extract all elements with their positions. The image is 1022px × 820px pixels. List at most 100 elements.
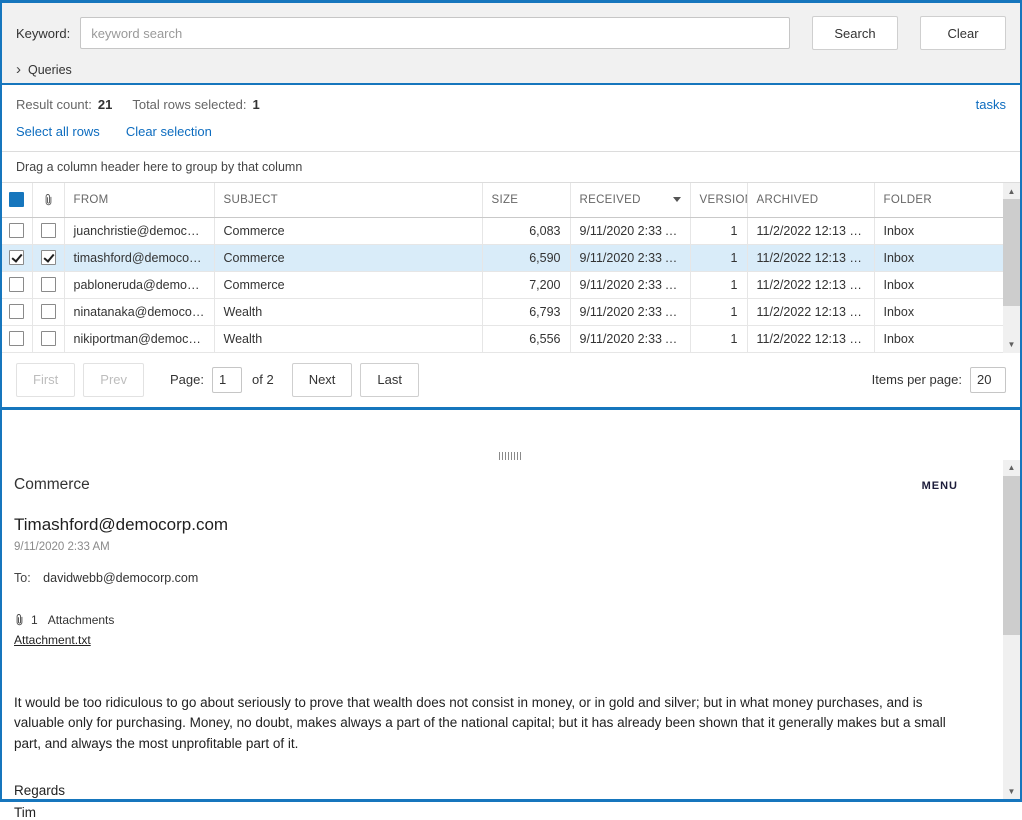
cell-folder: Inbox	[874, 271, 1003, 298]
clear-selection-link[interactable]: Clear selection	[126, 124, 212, 139]
page-count-label: of 2	[252, 372, 274, 387]
page-number-input[interactable]	[212, 367, 242, 393]
cell-archived: 11/2/2022 12:13 PM	[747, 298, 874, 325]
select-all-rows-link[interactable]: Select all rows	[16, 124, 100, 139]
cell-folder: Inbox	[874, 217, 1003, 244]
cell-received: 9/11/2020 2:33 AM	[570, 271, 690, 298]
attachment-column-header[interactable]	[32, 183, 64, 217]
row-flag-checkbox[interactable]	[41, 304, 56, 319]
received-header-label: RECEIVED	[580, 194, 641, 206]
pagination-bar: First Prev Page: of 2 Next Last Items pe…	[2, 353, 1020, 410]
cell-archived: 11/2/2022 12:13 PM	[747, 244, 874, 271]
email-closing: Regards	[14, 783, 950, 798]
menu-button[interactable]: MENU	[922, 480, 958, 492]
email-sender: Timashford@democorp.com	[14, 515, 950, 535]
column-header-folder[interactable]: FOLDER	[874, 183, 1003, 217]
row-flag-checkbox[interactable]	[41, 250, 56, 265]
row-flag-checkbox[interactable]	[41, 331, 56, 346]
cell-subject: Commerce	[214, 217, 482, 244]
column-header-version[interactable]: VERSION	[690, 183, 747, 217]
attachment-count: 1	[31, 613, 38, 627]
scroll-up-icon[interactable]: ▲	[1003, 460, 1020, 476]
group-by-hint[interactable]: Drag a column header here to group by th…	[2, 151, 1020, 183]
column-header-archived[interactable]: ARCHIVED	[747, 183, 874, 217]
cell-version: 1	[690, 298, 747, 325]
select-all-checkbox[interactable]	[9, 192, 24, 207]
email-to-line: To: davidwebb@democorp.com	[14, 571, 950, 585]
keyword-label: Keyword:	[16, 26, 70, 41]
first-page-button[interactable]: First	[16, 363, 75, 397]
table-row[interactable]: nikiportman@democor... Wealth 6,556 9/11…	[2, 325, 1003, 352]
items-per-page-input[interactable]	[970, 367, 1006, 393]
cell-archived: 11/2/2022 12:13 PM	[747, 271, 874, 298]
email-body: It would be too ridiculous to go about s…	[14, 693, 950, 756]
table-row[interactable]: juanchristie@democorp... Commerce 6,083 …	[2, 217, 1003, 244]
row-flag-checkbox[interactable]	[41, 277, 56, 292]
preview-scrollbar[interactable]: ▲ ▼	[1003, 460, 1020, 800]
count-line: Result count: 21 Total rows selected: 1 …	[16, 97, 1006, 112]
column-header-size[interactable]: SIZE	[482, 183, 570, 217]
email-date: 9/11/2020 2:33 AM	[14, 541, 950, 553]
scroll-down-icon[interactable]: ▼	[1003, 783, 1020, 799]
cell-subject: Wealth	[214, 325, 482, 352]
cell-subject: Wealth	[214, 298, 482, 325]
scrollbar-track[interactable]	[1003, 199, 1020, 337]
cell-version: 1	[690, 217, 747, 244]
cell-from: nikiportman@democor...	[64, 325, 214, 352]
table-row[interactable]: timashford@democorp.... Commerce 6,590 9…	[2, 244, 1003, 271]
table-scrollbar[interactable]: ▲ ▼	[1003, 183, 1020, 353]
result-count-label: Result count:	[16, 97, 92, 112]
queries-toggle[interactable]: › Queries	[16, 62, 72, 77]
cell-version: 1	[690, 244, 747, 271]
row-select-checkbox[interactable]	[9, 277, 24, 292]
column-header-received[interactable]: RECEIVED	[570, 183, 690, 217]
scrollbar-track[interactable]	[1003, 476, 1020, 784]
scroll-up-icon[interactable]: ▲	[1003, 183, 1020, 199]
tasks-link[interactable]: tasks	[976, 97, 1006, 112]
table-row[interactable]: pabloneruda@democor... Commerce 7,200 9/…	[2, 271, 1003, 298]
attachment-link[interactable]: Attachment.txt	[14, 633, 91, 647]
column-header-from[interactable]: FROM	[64, 183, 214, 217]
clear-button[interactable]: Clear	[920, 16, 1006, 50]
cell-received: 9/11/2020 2:33 AM	[570, 244, 690, 271]
cell-received: 9/11/2020 2:33 AM	[570, 217, 690, 244]
cell-size: 6,793	[482, 298, 570, 325]
cell-size: 6,556	[482, 325, 570, 352]
cell-version: 1	[690, 325, 747, 352]
email-subject: Commerce	[14, 476, 950, 494]
mail-archive-app: Keyword: Search Clear › Queries Result c…	[0, 0, 1022, 802]
email-content: Commerce Timashford@democorp.com 9/11/20…	[2, 410, 1020, 820]
row-flag-checkbox[interactable]	[41, 223, 56, 238]
attachments-line: 1 Attachments	[14, 613, 950, 627]
scrollbar-thumb[interactable]	[1003, 199, 1020, 306]
column-header-subject[interactable]: SUBJECT	[214, 183, 482, 217]
cell-from: pabloneruda@democor...	[64, 271, 214, 298]
row-select-checkbox[interactable]	[9, 223, 24, 238]
cell-archived: 11/2/2022 12:13 PM	[747, 217, 874, 244]
cell-folder: Inbox	[874, 298, 1003, 325]
scroll-down-icon[interactable]: ▼	[1003, 337, 1020, 353]
results-summary: Result count: 21 Total rows selected: 1 …	[2, 85, 1020, 151]
next-page-button[interactable]: Next	[292, 363, 353, 397]
row-select-checkbox[interactable]	[9, 331, 24, 346]
prev-page-button[interactable]: Prev	[83, 363, 144, 397]
cell-from: ninatanaka@democorp...	[64, 298, 214, 325]
row-select-checkbox[interactable]	[9, 304, 24, 319]
results-grid: FROM SUBJECT SIZE RECEIVED VERSION ARCHI…	[2, 183, 1020, 353]
splitter-grip[interactable]	[499, 452, 523, 460]
cell-archived: 11/2/2022 12:13 PM	[747, 325, 874, 352]
table-row[interactable]: ninatanaka@democorp... Wealth 6,793 9/11…	[2, 298, 1003, 325]
cell-from: juanchristie@democorp...	[64, 217, 214, 244]
search-button[interactable]: Search	[812, 16, 898, 50]
row-select-checkbox[interactable]	[9, 250, 24, 265]
table-header-row: FROM SUBJECT SIZE RECEIVED VERSION ARCHI…	[2, 183, 1003, 217]
items-per-page-label: Items per page:	[872, 372, 962, 387]
email-signature: Tim	[14, 805, 950, 820]
email-preview-pane: MENU Commerce Timashford@democorp.com 9/…	[2, 410, 1020, 800]
cell-received: 9/11/2020 2:33 AM	[570, 325, 690, 352]
keyword-input[interactable]	[80, 17, 790, 49]
scrollbar-thumb[interactable]	[1003, 476, 1020, 636]
attachments-label: Attachments	[48, 613, 115, 627]
last-page-button[interactable]: Last	[360, 363, 419, 397]
cell-folder: Inbox	[874, 244, 1003, 271]
